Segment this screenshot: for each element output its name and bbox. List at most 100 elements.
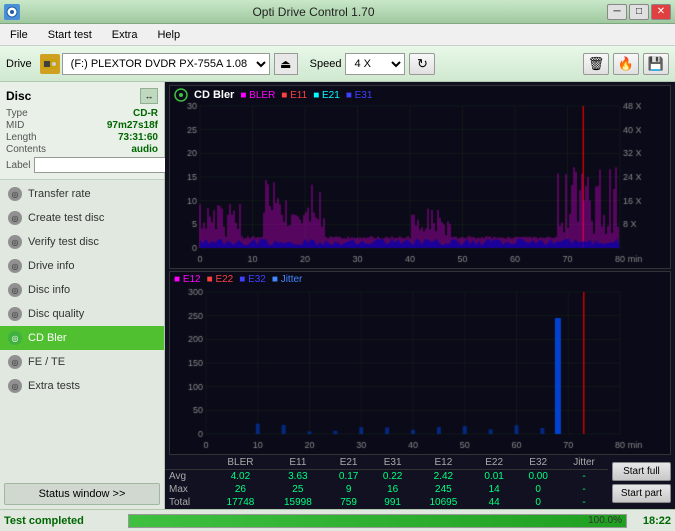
sidebar-item-create-test-disc[interactable]: ◎ Create test disc [0,206,164,230]
sidebar-item-verify-test-disc[interactable]: ◎ Verify test disc [0,230,164,254]
max-e11: 25 [269,483,326,496]
disc-refresh-button[interactable]: ↔ [140,88,158,104]
total-e22: 44 [472,496,516,509]
legend-jitter: ■ Jitter [272,274,303,285]
total-e31: 991 [371,496,415,509]
eject-button[interactable]: ⏏ [274,53,298,75]
close-button[interactable]: ✕ [651,4,671,20]
legend-bler: ■ BLER [240,90,275,101]
drive-icon [40,54,60,74]
maximize-button[interactable]: □ [629,4,649,20]
col-e21: E21 [327,456,371,470]
save-button[interactable]: 💾 [643,53,669,75]
app-title: Opti Drive Control 1.70 [20,5,607,19]
mid-value: 97m27s18f [107,120,158,131]
verify-test-disc-label: Verify test disc [28,236,99,248]
drive-label: Drive [6,58,32,70]
create-test-disc-icon: ◎ [8,211,22,225]
max-e21: 9 [327,483,371,496]
total-label: Total [165,496,212,509]
status-bar: Test completed 100.0% 18:22 [0,509,675,531]
legend-e12: ■ E12 [174,274,201,285]
max-e32: 0 [516,483,560,496]
length-value: 73:31:60 [118,132,158,143]
top-chart-canvas [170,86,670,268]
transfer-rate-label: Transfer rate [28,188,91,200]
table-row: Avg 4.02 3.63 0.17 0.22 2.42 0.01 0.00 - [165,470,608,484]
content-area: CD Bler ■ BLER ■ E11 ■ E21 ■ E31 ■ E12 ■… [165,82,675,509]
total-e32: 0 [516,496,560,509]
max-label: Max [165,483,212,496]
total-e21: 759 [327,496,371,509]
legend-e32: ■ E32 [239,274,266,285]
drive-info-label: Drive info [28,260,74,272]
sidebar-item-disc-quality[interactable]: ◎ Disc quality [0,302,164,326]
sidebar-item-extra-tests[interactable]: ◎ Extra tests [0,374,164,398]
sidebar-item-drive-info[interactable]: ◎ Drive info [0,254,164,278]
sidebar-item-fe-te[interactable]: ◎ FE / TE [0,350,164,374]
menu-extra[interactable]: Extra [106,27,144,43]
start-part-button[interactable]: Start part [612,484,671,503]
stats-table: BLER E11 E21 E31 E12 E22 E32 Jitter Avg [165,456,608,509]
start-full-button[interactable]: Start full [612,462,671,481]
avg-e31: 0.22 [371,470,415,484]
avg-e11: 3.63 [269,470,326,484]
sidebar: Disc ↔ Type CD-R MID 97m27s18f Length 73… [0,82,165,509]
max-bler: 26 [212,483,269,496]
length-label: Length [6,132,37,143]
menu-help[interactable]: Help [151,27,186,43]
erase-button[interactable]: 🗑 [583,53,609,75]
top-chart-title: CD Bler [194,89,234,101]
progress-bar [129,515,626,527]
max-e22: 14 [472,483,516,496]
fe-te-label: FE / TE [28,356,65,368]
avg-e22: 0.01 [472,470,516,484]
speed-label: Speed [310,58,342,70]
sidebar-nav: ◎ Transfer rate ◎ Create test disc ◎ Ver… [0,180,164,479]
drive-info-icon: ◎ [8,259,22,273]
action-buttons: Start full Start part [608,456,675,509]
cd-bler-chart-icon [174,88,188,102]
burn-button[interactable]: 🔥 [613,53,639,75]
total-e11: 15998 [269,496,326,509]
refresh-button[interactable]: ↻ [409,53,435,75]
col-e32: E32 [516,456,560,470]
sidebar-item-cd-bler[interactable]: ◎ CD Bler [0,326,164,350]
sidebar-item-disc-info[interactable]: ◎ Disc info [0,278,164,302]
progress-text: 100.0% [588,515,622,527]
minimize-button[interactable]: ─ [607,4,627,20]
stats-row: BLER E11 E21 E31 E12 E22 E32 Jitter Avg [165,456,675,509]
top-chart: CD Bler ■ BLER ■ E11 ■ E21 ■ E31 [169,85,671,269]
avg-label: Avg [165,470,212,484]
menu-file[interactable]: File [4,27,34,43]
label-field-label: Label [6,160,30,171]
progress-bar-container: 100.0% [128,514,627,528]
stats-area: BLER E11 E21 E31 E12 E22 E32 Jitter Avg [165,456,608,509]
max-e12: 245 [415,483,472,496]
mid-label: MID [6,120,24,131]
drive-select[interactable]: (F:) PLEXTOR DVDR PX-755A 1.08 [62,53,270,75]
col-e31: E31 [371,456,415,470]
avg-e12: 2.42 [415,470,472,484]
legend-e11: ■ E11 [281,90,307,101]
avg-jitter: - [560,470,608,484]
extra-tests-icon: ◎ [8,379,22,393]
legend-e22: ■ E22 [207,274,234,285]
disc-quality-icon: ◎ [8,307,22,321]
avg-e32: 0.00 [516,470,560,484]
status-window-button[interactable]: Status window >> [4,483,160,505]
contents-label: Contents [6,144,46,155]
toolbar: Drive (F:) PLEXTOR DVDR PX-755A 1.08 ⏏ S… [0,46,675,82]
disc-panel-title: Disc [6,89,31,103]
menu-start-test[interactable]: Start test [42,27,98,43]
disc-panel: Disc ↔ Type CD-R MID 97m27s18f Length 73… [0,82,164,180]
speed-select[interactable]: 4 X [345,53,405,75]
col-e11: E11 [269,456,326,470]
legend-e21: ■ E21 [313,90,340,101]
app-icon [4,4,20,20]
label-input[interactable] [34,157,172,173]
type-label: Type [6,108,28,119]
transfer-rate-icon: ◎ [8,187,22,201]
table-row: Total 17748 15998 759 991 10695 44 0 - [165,496,608,509]
sidebar-item-transfer-rate[interactable]: ◎ Transfer rate [0,182,164,206]
